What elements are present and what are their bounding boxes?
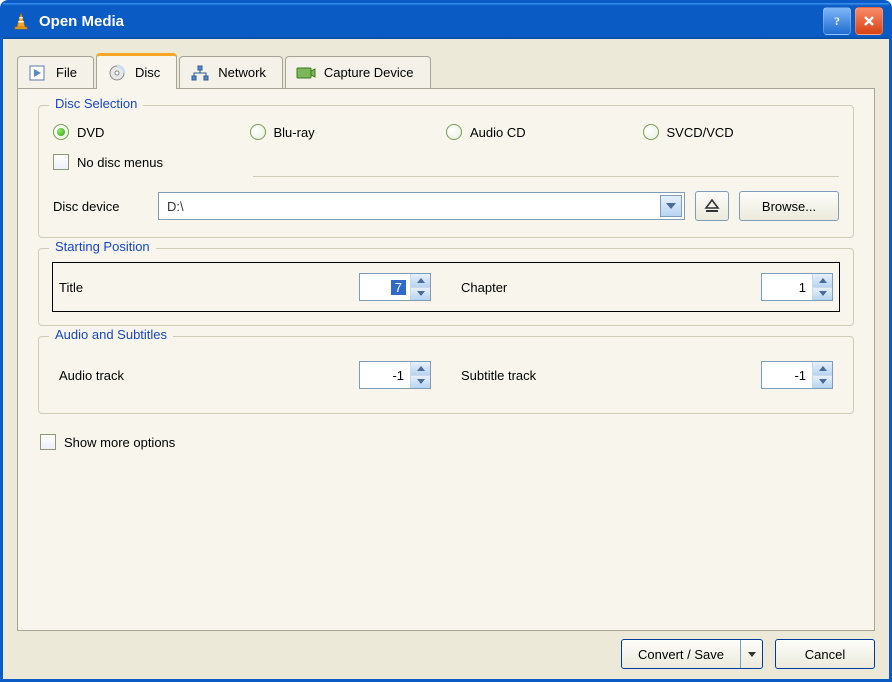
browse-label: Browse... <box>762 199 816 214</box>
checkbox-icon <box>53 154 69 170</box>
help-button[interactable]: ? <box>823 7 851 35</box>
checkbox-icon <box>40 434 56 450</box>
spinner-up[interactable] <box>411 274 430 287</box>
radio-icon <box>643 124 659 140</box>
convert-save-dropdown[interactable] <box>740 640 762 668</box>
chevron-down-icon <box>417 291 425 296</box>
disc-device-row: Disc device D:\ Browse.. <box>53 191 839 221</box>
close-icon <box>862 14 876 28</box>
chevron-down-icon <box>748 652 756 657</box>
disc-device-value: D:\ <box>167 199 660 214</box>
checkbox-show-more-options[interactable]: Show more options <box>40 434 175 450</box>
spinner-down[interactable] <box>813 287 832 301</box>
cancel-label: Cancel <box>805 647 845 662</box>
vlc-cone-icon <box>11 11 31 31</box>
spinner-down[interactable] <box>411 375 430 389</box>
chevron-down-icon <box>666 203 676 209</box>
dropdown-button[interactable] <box>660 195 682 217</box>
group-starting-position: Starting Position Title 7 Chapter 1 <box>38 248 854 326</box>
audio-track-spinner[interactable]: -1 <box>359 361 431 389</box>
tab-network[interactable]: Network <box>179 56 283 88</box>
network-icon <box>190 64 210 82</box>
starting-position-legend: Starting Position <box>49 239 156 254</box>
radio-bluray[interactable]: Blu-ray <box>250 124 447 140</box>
chevron-down-icon <box>819 379 827 384</box>
audio-subtitles-legend: Audio and Subtitles <box>49 327 173 342</box>
disc-icon <box>107 64 127 82</box>
tab-file-label: File <box>56 65 77 80</box>
disc-device-combo[interactable]: D:\ <box>158 192 685 220</box>
eject-button[interactable] <box>695 191 729 221</box>
chevron-down-icon <box>417 379 425 384</box>
client-area: File Disc <box>3 39 889 679</box>
chevron-up-icon <box>417 278 425 283</box>
svg-text:?: ? <box>834 14 840 28</box>
convert-save-button[interactable]: Convert / Save <box>621 639 763 669</box>
cancel-button[interactable]: Cancel <box>775 639 875 669</box>
tab-file[interactable]: File <box>17 56 94 88</box>
title-label: Title <box>59 280 311 295</box>
dialog-footer: Convert / Save Cancel <box>17 631 875 669</box>
audio-subtitles-grid: Audio track -1 Subtitle track -1 <box>53 351 839 399</box>
chevron-up-icon <box>819 366 827 371</box>
group-disc-selection: Disc Selection DVD Blu-ray Audio CD <box>38 105 854 238</box>
spinner-up[interactable] <box>813 362 832 375</box>
divider <box>253 176 839 177</box>
spinner-up[interactable] <box>813 274 832 287</box>
subtitle-track-value: -1 <box>762 362 812 388</box>
chapter-label: Chapter <box>461 280 713 295</box>
window-title: Open Media <box>39 13 819 30</box>
tab-bar: File Disc <box>17 53 875 88</box>
title-value: 7 <box>391 280 406 295</box>
chapter-spinner[interactable]: 1 <box>761 273 833 301</box>
radio-icon <box>250 124 266 140</box>
radio-icon <box>446 124 462 140</box>
disc-device-label: Disc device <box>53 199 148 214</box>
spinner-up[interactable] <box>411 362 430 375</box>
audio-track-label: Audio track <box>59 368 311 383</box>
capture-device-icon <box>296 64 316 82</box>
group-audio-subtitles: Audio and Subtitles Audio track -1 Subti… <box>38 336 854 414</box>
spinner-down[interactable] <box>411 287 430 301</box>
chevron-down-icon <box>819 291 827 296</box>
eject-icon <box>704 199 720 213</box>
checkbox-no-disc-menus[interactable]: No disc menus <box>53 154 253 170</box>
show-more-label: Show more options <box>64 435 175 450</box>
open-media-window: Open Media ? File <box>0 0 892 682</box>
title-bar: Open Media ? <box>3 3 889 39</box>
disc-type-radios: DVD Blu-ray Audio CD SVCD/VCD <box>53 124 839 140</box>
chevron-up-icon <box>417 366 425 371</box>
title-spinner[interactable]: 7 <box>359 273 431 301</box>
tab-disc-label: Disc <box>135 65 160 80</box>
starting-position-grid: Title 7 Chapter 1 <box>53 263 839 311</box>
radio-audiocd[interactable]: Audio CD <box>446 124 643 140</box>
panel-footer: Show more options <box>38 424 854 458</box>
audio-track-value: -1 <box>360 362 410 388</box>
close-button[interactable] <box>855 7 883 35</box>
radio-dvd[interactable]: DVD <box>53 124 250 140</box>
convert-save-label: Convert / Save <box>622 640 740 668</box>
radio-icon <box>53 124 69 140</box>
radio-svcd[interactable]: SVCD/VCD <box>643 124 840 140</box>
radio-bluray-label: Blu-ray <box>274 125 315 140</box>
spinner-down[interactable] <box>813 375 832 389</box>
tab-capture[interactable]: Capture Device <box>285 56 431 88</box>
radio-svcd-label: SVCD/VCD <box>667 125 734 140</box>
tab-disc[interactable]: Disc <box>96 53 177 89</box>
chapter-value: 1 <box>762 274 812 300</box>
help-icon: ? <box>830 14 844 28</box>
tab-panel-disc: Disc Selection DVD Blu-ray Audio CD <box>17 88 875 631</box>
subtitle-track-spinner[interactable]: -1 <box>761 361 833 389</box>
tab-capture-label: Capture Device <box>324 65 414 80</box>
browse-button[interactable]: Browse... <box>739 191 839 221</box>
tab-network-label: Network <box>218 65 266 80</box>
disc-selection-legend: Disc Selection <box>49 96 143 111</box>
radio-dvd-label: DVD <box>77 125 104 140</box>
chevron-up-icon <box>819 278 827 283</box>
radio-audiocd-label: Audio CD <box>470 125 526 140</box>
subtitle-track-label: Subtitle track <box>461 368 713 383</box>
file-icon <box>28 64 48 82</box>
no-disc-menus-label: No disc menus <box>77 155 163 170</box>
